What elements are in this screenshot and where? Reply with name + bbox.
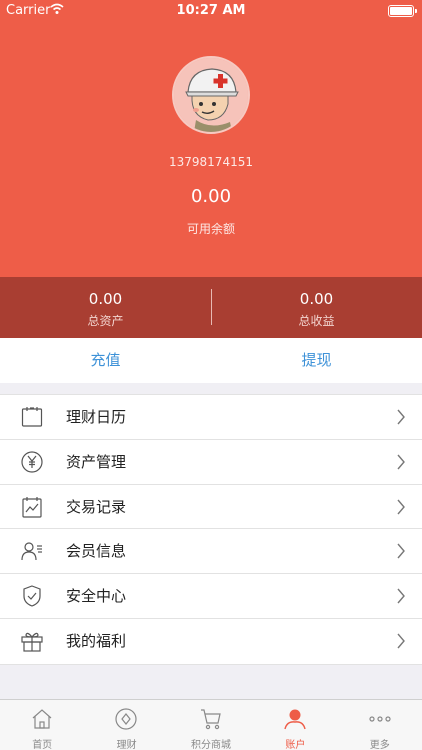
menu-item-calendar[interactable]: 理财日历 — [0, 395, 422, 440]
avatar-image — [174, 58, 248, 132]
tab-label: 积分商城 — [190, 740, 231, 750]
total-earnings-value: 0.00 — [299, 290, 334, 308]
calendar-icon — [20, 405, 44, 429]
status-bar: Carrier 10:27 AM — [0, 0, 422, 22]
more-icon — [368, 707, 392, 731]
total-earnings[interactable]: 0.00 总收益 — [211, 277, 422, 338]
chevron-right-icon — [396, 454, 406, 470]
tab-label: 首页 — [32, 740, 53, 750]
stats-bar: 0.00 总资产 0.00 总收益 — [0, 277, 422, 338]
recharge-button[interactable]: 充值 — [0, 338, 211, 383]
yen-icon — [20, 450, 44, 474]
menu-item-security[interactable]: 安全中心 — [0, 574, 422, 619]
avatar[interactable] — [172, 56, 250, 134]
tab-label: 账户 — [285, 740, 306, 750]
finance-icon — [114, 707, 138, 731]
status-time: 10:27 AM — [176, 3, 246, 18]
menu-item-label: 安全中心 — [66, 587, 127, 606]
cart-icon — [199, 707, 223, 731]
chevron-right-icon — [396, 409, 406, 425]
menu-item-label: 交易记录 — [66, 497, 127, 516]
account-menu: 理财日历 资产管理 交易记录 会员信息 安全中心 我的福利 — [0, 394, 422, 665]
shield-icon — [20, 584, 44, 608]
chevron-right-icon — [396, 543, 406, 559]
tab-finance[interactable]: 理财 — [84, 700, 168, 750]
battery-icon — [388, 5, 417, 17]
tab-label: 更多 — [369, 740, 390, 750]
phone-number: 13798174151 — [169, 155, 253, 169]
total-earnings-label: 总收益 — [298, 314, 335, 328]
chevron-right-icon — [396, 633, 406, 649]
home-icon — [30, 707, 54, 731]
account-icon — [283, 707, 307, 731]
chevron-right-icon — [396, 499, 406, 515]
total-assets[interactable]: 0.00 总资产 — [0, 277, 211, 338]
available-balance-label: 可用余额 — [186, 222, 235, 236]
menu-item-transactions[interactable]: 交易记录 — [0, 485, 422, 530]
profile-header: 13798174151 0.00 可用余额 — [0, 0, 422, 277]
chart-record-icon — [20, 495, 44, 519]
tab-bar: 首页 理财 积分商城 账户 更多 — [0, 699, 422, 750]
total-assets-value: 0.00 — [88, 290, 123, 308]
menu-item-label: 会员信息 — [66, 542, 127, 561]
withdraw-button[interactable]: 提现 — [211, 338, 422, 383]
menu-item-label: 资产管理 — [66, 452, 127, 471]
tab-points-mall[interactable]: 积分商城 — [169, 700, 253, 750]
member-icon — [20, 539, 44, 563]
total-assets-label: 总资产 — [87, 314, 124, 328]
tab-label: 理财 — [116, 740, 137, 750]
gift-icon — [20, 629, 44, 653]
menu-item-assets[interactable]: 资产管理 — [0, 440, 422, 485]
tab-more[interactable]: 更多 — [338, 700, 422, 750]
action-bar: 充值 提现 — [0, 338, 422, 383]
menu-item-welfare[interactable]: 我的福利 — [0, 619, 422, 664]
menu-item-member[interactable]: 会员信息 — [0, 529, 422, 575]
chevron-right-icon — [396, 588, 406, 604]
available-balance: 0.00 — [190, 186, 232, 207]
tab-account[interactable]: 账户 — [253, 700, 337, 750]
menu-item-label: 我的福利 — [66, 631, 127, 650]
menu-item-label: 理财日历 — [66, 408, 127, 426]
tab-home[interactable]: 首页 — [0, 700, 84, 750]
